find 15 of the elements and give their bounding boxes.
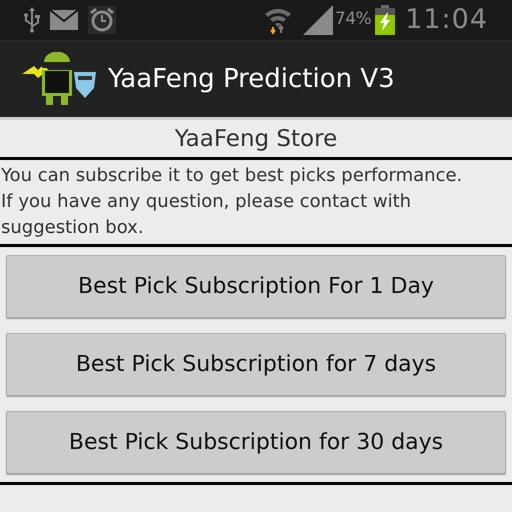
store-title: YaaFeng Store [174,125,338,154]
mail-icon [50,10,78,30]
battery-icon [375,5,396,35]
subscription-button[interactable]: Best Pick Subscription For 1 Day [6,255,506,318]
subscription-button[interactable]: Best Pick Subscription for 7 days [6,333,506,396]
clock-time: 11:04 [405,2,488,37]
subscription-button[interactable]: Best Pick Subscription for 30 days [6,411,506,474]
app-logo-icon [22,52,98,106]
app-title: YaaFeng Prediction V3 [108,62,395,96]
usb-icon [24,7,40,33]
alarm-clock-icon [88,6,116,34]
battery-percent: 74% [334,8,372,32]
description-text: If you have any question, please contact with suggestion box. [1,190,412,240]
signal-icon [302,5,333,35]
description-text: You can subscribe it to get best picks performance. [1,164,464,188]
